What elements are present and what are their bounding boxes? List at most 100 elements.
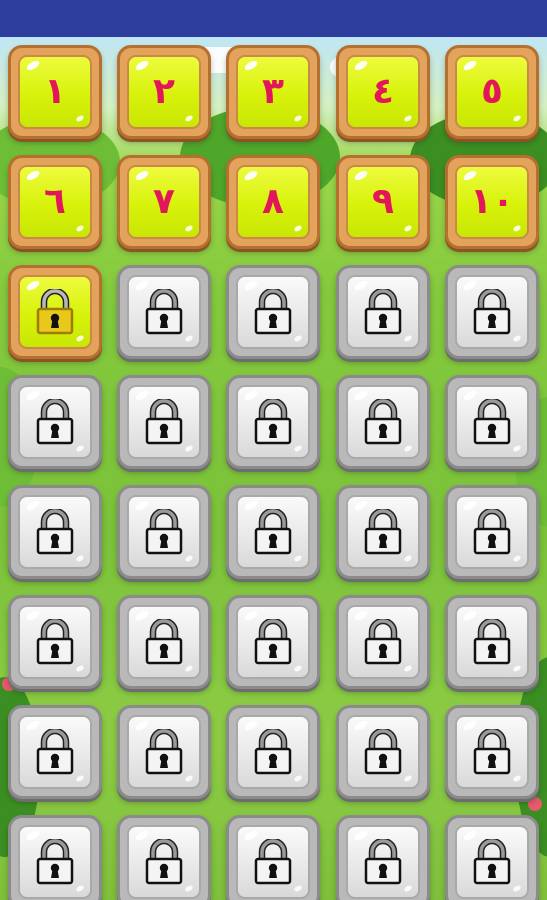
level-button-37[interactable] [117,815,211,900]
level-number: ٩ [372,181,394,222]
level-button-4[interactable]: ٤ [336,45,430,139]
level-number: ٦ [44,181,66,222]
gloss-highlight [75,664,85,673]
level-number: ٣ [262,71,284,112]
level-number: ٧ [153,181,175,222]
level-button-22[interactable] [117,485,211,579]
level-button-face: ٢ [127,55,201,129]
level-button-24[interactable] [336,485,430,579]
level-button-face [18,385,92,459]
level-number: ١ [44,71,66,112]
gloss-highlight [512,334,522,343]
gloss-highlight [184,884,194,893]
level-button-34[interactable] [336,705,430,799]
level-button-17[interactable] [117,375,211,469]
gloss-highlight [403,554,413,563]
level-button-25[interactable] [445,485,539,579]
gloss-highlight [293,884,303,893]
level-button-30[interactable] [445,595,539,689]
level-number: ٢ [153,71,175,112]
level-button-13[interactable] [226,265,320,359]
level-button-8[interactable]: ٨ [226,155,320,249]
gloss-highlight [403,334,413,343]
level-button-face [455,605,529,679]
level-button-face [346,495,420,569]
gloss-highlight [184,554,194,563]
level-button-face [236,825,310,899]
level-button-face [127,605,201,679]
level-button-face: ٣ [236,55,310,129]
level-button-5[interactable]: ٥ [445,45,539,139]
level-button-face [455,715,529,789]
level-button-face: ٧ [127,165,201,239]
level-button-15[interactable] [445,265,539,359]
level-button-face: ١٠ [455,165,529,239]
gloss-highlight [293,444,303,453]
level-button-19[interactable] [336,375,430,469]
level-grid: ١ ٢ ٣ ٤ ٥ ٦ ٧ ٨ ٩ ١٠ [0,37,547,900]
level-button-32[interactable] [117,705,211,799]
level-button-2[interactable]: ٢ [117,45,211,139]
level-button-12[interactable] [117,265,211,359]
level-button-face [18,605,92,679]
level-button-face [18,715,92,789]
level-button-21[interactable] [8,485,102,579]
level-button-33[interactable] [226,705,320,799]
level-button-29[interactable] [336,595,430,689]
level-button-face [455,825,529,899]
level-button-7[interactable]: ٧ [117,155,211,249]
level-button-11[interactable] [8,265,102,359]
level-button-23[interactable] [226,485,320,579]
level-button-face: ٩ [346,165,420,239]
gloss-highlight [293,664,303,673]
gloss-highlight [184,774,194,783]
level-button-9[interactable]: ٩ [336,155,430,249]
level-button-27[interactable] [117,595,211,689]
level-button-face [346,275,420,349]
level-button-face: ٦ [18,165,92,239]
gloss-highlight [403,664,413,673]
gloss-highlight [293,774,303,783]
level-button-3[interactable]: ٣ [226,45,320,139]
gloss-highlight [184,334,194,343]
level-button-face: ١ [18,55,92,129]
level-button-face [236,715,310,789]
gloss-highlight [75,444,85,453]
level-button-face [236,275,310,349]
level-button-face [346,825,420,899]
level-button-face [127,275,201,349]
gloss-highlight [512,884,522,893]
level-button-38[interactable] [226,815,320,900]
level-button-14[interactable] [336,265,430,359]
level-button-39[interactable] [336,815,430,900]
level-button-6[interactable]: ٦ [8,155,102,249]
gloss-highlight [184,664,194,673]
level-button-face [127,385,201,459]
gloss-highlight [75,774,85,783]
level-button-40[interactable] [445,815,539,900]
level-button-36[interactable] [8,815,102,900]
level-button-16[interactable] [8,375,102,469]
level-button-1[interactable]: ١ [8,45,102,139]
level-button-28[interactable] [226,595,320,689]
level-button-face [236,385,310,459]
gloss-highlight [293,334,303,343]
level-button-face: ٥ [455,55,529,129]
level-button-20[interactable] [445,375,539,469]
gloss-highlight [403,444,413,453]
level-button-face [18,495,92,569]
level-button-10[interactable]: ١٠ [445,155,539,249]
gloss-highlight [512,664,522,673]
level-button-face [127,715,201,789]
level-button-face [455,495,529,569]
level-button-face: ٤ [346,55,420,129]
level-number: ٨ [262,181,284,222]
level-number: ٤ [372,71,394,112]
level-button-26[interactable] [8,595,102,689]
level-button-face [18,825,92,899]
level-button-18[interactable] [226,375,320,469]
level-button-face [18,275,92,349]
level-button-31[interactable] [8,705,102,799]
level-button-35[interactable] [445,705,539,799]
level-button-face [127,495,201,569]
